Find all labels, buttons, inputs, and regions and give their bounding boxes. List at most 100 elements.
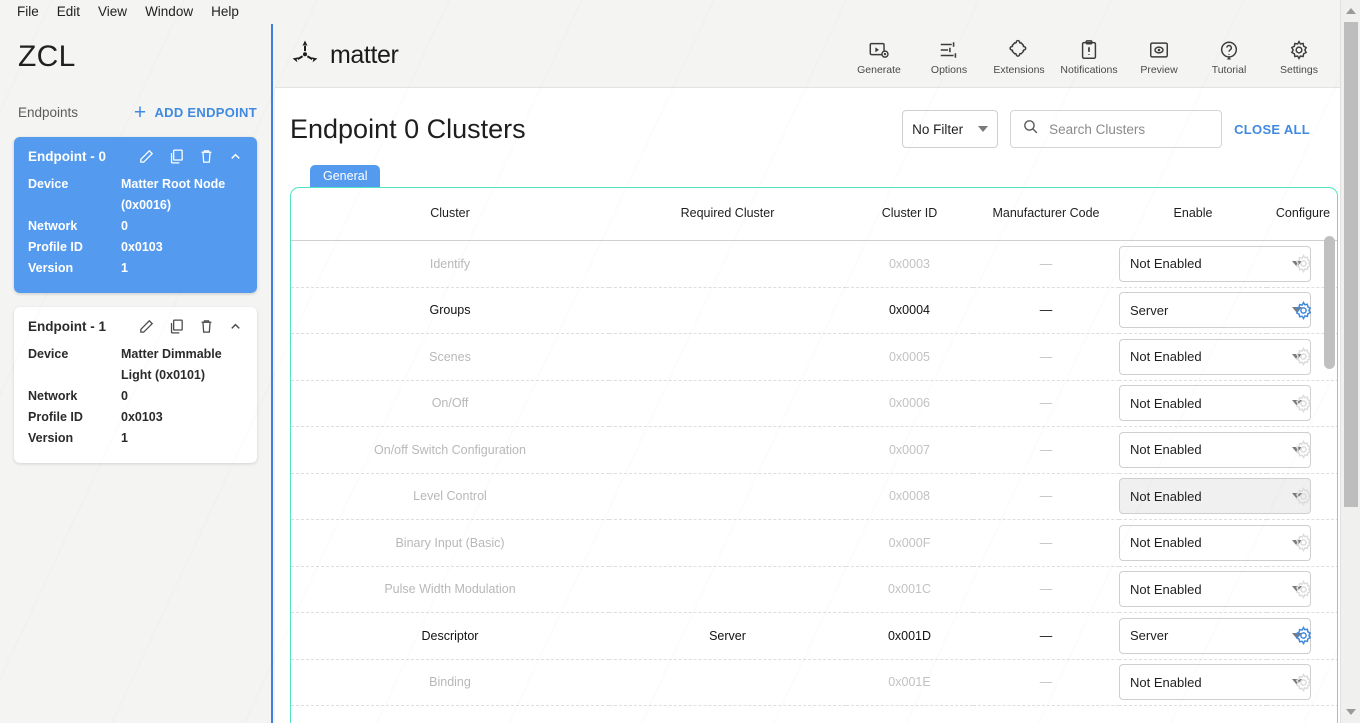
- col-header-enable: Enable: [1119, 188, 1267, 241]
- device-value: Matter Dimmable Light (0x0101): [121, 344, 243, 386]
- add-endpoint-button[interactable]: + ADD ENDPOINT: [134, 102, 257, 123]
- cell-manufacturer-code: —: [973, 473, 1119, 520]
- search-clusters-input[interactable]: Search Clusters: [1010, 110, 1222, 148]
- cell-manufacturer-code: —: [973, 659, 1119, 706]
- scroll-up-arrow-icon[interactable]: [1346, 8, 1356, 14]
- window-scrollbar[interactable]: [1340, 0, 1360, 723]
- panel-collapse-chevron-up-icon[interactable]: [1296, 187, 1319, 198]
- toolbar-preview-button[interactable]: Preview: [1124, 35, 1194, 76]
- table-row[interactable]: Groups0x0004—Server: [291, 287, 1338, 334]
- configure-gear-icon: [1293, 582, 1314, 596]
- version-label: Version: [28, 258, 121, 279]
- enable-selected-value: Not Enabled: [1130, 675, 1202, 690]
- menu-item-view[interactable]: View: [89, 0, 136, 24]
- configure-gear-icon: [1293, 442, 1314, 456]
- table-row[interactable]: Binding0x001E—Not Enabled: [291, 659, 1338, 706]
- menu-item-file[interactable]: File: [8, 0, 48, 24]
- configure-gear-icon: [1293, 535, 1314, 549]
- chevron-up-icon[interactable]: [228, 149, 243, 164]
- chevron-down-icon: [978, 126, 988, 132]
- toolbar-settings-button[interactable]: Settings: [1264, 35, 1334, 76]
- toolbar-generate-button[interactable]: Generate: [844, 35, 914, 76]
- cell-cluster-name: Descriptor: [291, 613, 609, 660]
- network-value: 0: [121, 216, 128, 237]
- cell-enable: Not Enabled: [1119, 380, 1267, 427]
- cell-enable: Server: [1119, 287, 1267, 334]
- menu-item-window[interactable]: Window: [136, 0, 202, 24]
- table-row[interactable]: Binary Input (Basic)0x000F—Not Enabled: [291, 520, 1338, 567]
- cell-manufacturer-code: —: [973, 334, 1119, 381]
- endpoint-card-1[interactable]: Endpoint - 1 DeviceMatter Dimmable Light…: [14, 307, 257, 463]
- table-row[interactable]: Level Control0x0008—Not Enabled: [291, 473, 1338, 520]
- cell-required-cluster: [609, 241, 846, 288]
- table-row[interactable]: On/Off0x0006—Not Enabled: [291, 380, 1338, 427]
- close-all-button[interactable]: CLOSE ALL: [1234, 122, 1310, 137]
- col-header-manufacturer: Manufacturer Code: [973, 188, 1119, 241]
- toolbar-preview-label: Preview: [1140, 64, 1177, 76]
- add-endpoint-label: ADD ENDPOINT: [154, 105, 257, 120]
- cell-required-cluster: [609, 659, 846, 706]
- menu-item-help[interactable]: Help: [202, 0, 248, 24]
- configure-gear-icon: [1293, 396, 1314, 410]
- cell-enable: Not Enabled: [1119, 473, 1267, 520]
- settings-icon: [1288, 39, 1310, 61]
- device-label: Device: [28, 174, 121, 216]
- tab-general[interactable]: General: [310, 165, 380, 188]
- duplicate-icon[interactable]: [168, 318, 185, 335]
- cell-cluster-id: 0x0006: [846, 380, 973, 427]
- cell-cluster-name: Identify: [291, 241, 609, 288]
- device-value: Matter Root Node (0x0016): [121, 174, 243, 216]
- table-row[interactable]: DescriptorServer0x001D—Server: [291, 613, 1338, 660]
- filter-dropdown[interactable]: No Filter: [902, 110, 998, 148]
- cell-required-cluster: [609, 520, 846, 567]
- cell-required-cluster: Server: [609, 613, 846, 660]
- window-scrollbar-thumb[interactable]: [1344, 22, 1358, 507]
- configure-gear-icon: [1293, 489, 1314, 503]
- toolbar-tutorial-button[interactable]: Tutorial: [1194, 35, 1264, 76]
- delete-trash-icon[interactable]: [198, 148, 215, 165]
- table-header-row: Cluster Required Cluster Cluster ID Manu…: [291, 188, 1338, 241]
- endpoints-label: Endpoints: [18, 105, 78, 120]
- profile-id-label: Profile ID: [28, 237, 121, 258]
- table-scrollbar[interactable]: [1324, 236, 1335, 723]
- toolbar-extensions-button[interactable]: Extensions: [984, 35, 1054, 76]
- edit-pencil-icon[interactable]: [138, 148, 155, 165]
- col-header-required: Required Cluster: [609, 188, 846, 241]
- profile-id-value: 0x0103: [121, 237, 163, 258]
- main-content: matter Generate Options Extensions Notif…: [275, 24, 1340, 723]
- scroll-down-arrow-icon[interactable]: [1346, 709, 1356, 715]
- enable-selected-value: Not Enabled: [1130, 256, 1202, 271]
- table-row[interactable]: Scenes0x0005—Not Enabled: [291, 334, 1338, 381]
- configure-gear-icon[interactable]: [1293, 628, 1314, 642]
- cell-cluster-id: 0x0004: [846, 287, 973, 334]
- duplicate-icon[interactable]: [168, 148, 185, 165]
- endpoint-name: Endpoint - 1: [28, 319, 106, 334]
- toolbar-options-button[interactable]: Options: [914, 35, 984, 76]
- toolbar-actions: Generate Options Extensions Notification…: [844, 35, 1334, 76]
- version-label: Version: [28, 428, 121, 449]
- table-scrollbar-thumb[interactable]: [1324, 236, 1335, 369]
- extensions-icon: [1008, 39, 1030, 61]
- endpoint-card-0[interactable]: Endpoint - 0 DeviceMatter Root Node (0x0…: [14, 137, 257, 293]
- edit-pencil-icon[interactable]: [138, 318, 155, 335]
- cell-enable: Server: [1119, 613, 1267, 660]
- table-row[interactable]: Pulse Width Modulation0x001C—Not Enabled: [291, 566, 1338, 613]
- cell-cluster-id: 0x001D: [846, 613, 973, 660]
- preview-icon: [1148, 39, 1170, 61]
- cell-cluster-id: 0x001C: [846, 566, 973, 613]
- clusters-panel: Cluster Required Cluster Cluster ID Manu…: [290, 187, 1338, 723]
- table-row[interactable]: Identify0x0003—Not Enabled: [291, 241, 1338, 288]
- sidebar: ZCL Endpoints + ADD ENDPOINT Endpoint - …: [0, 24, 273, 723]
- endpoint-card-header: Endpoint - 1: [28, 318, 243, 335]
- matter-logo-text: matter: [330, 41, 398, 70]
- page-title: Endpoint 0 Clusters: [290, 114, 526, 145]
- chevron-up-icon[interactable]: [228, 319, 243, 334]
- profile-id-value: 0x0103: [121, 407, 163, 428]
- configure-gear-icon[interactable]: [1293, 303, 1314, 317]
- notifications-icon: [1078, 39, 1100, 61]
- table-row[interactable]: On/off Switch Configuration0x0007—Not En…: [291, 427, 1338, 474]
- menu-item-edit[interactable]: Edit: [48, 0, 89, 24]
- toolbar-notifications-button[interactable]: Notifications: [1054, 35, 1124, 76]
- cell-manufacturer-code: —: [973, 520, 1119, 567]
- delete-trash-icon[interactable]: [198, 318, 215, 335]
